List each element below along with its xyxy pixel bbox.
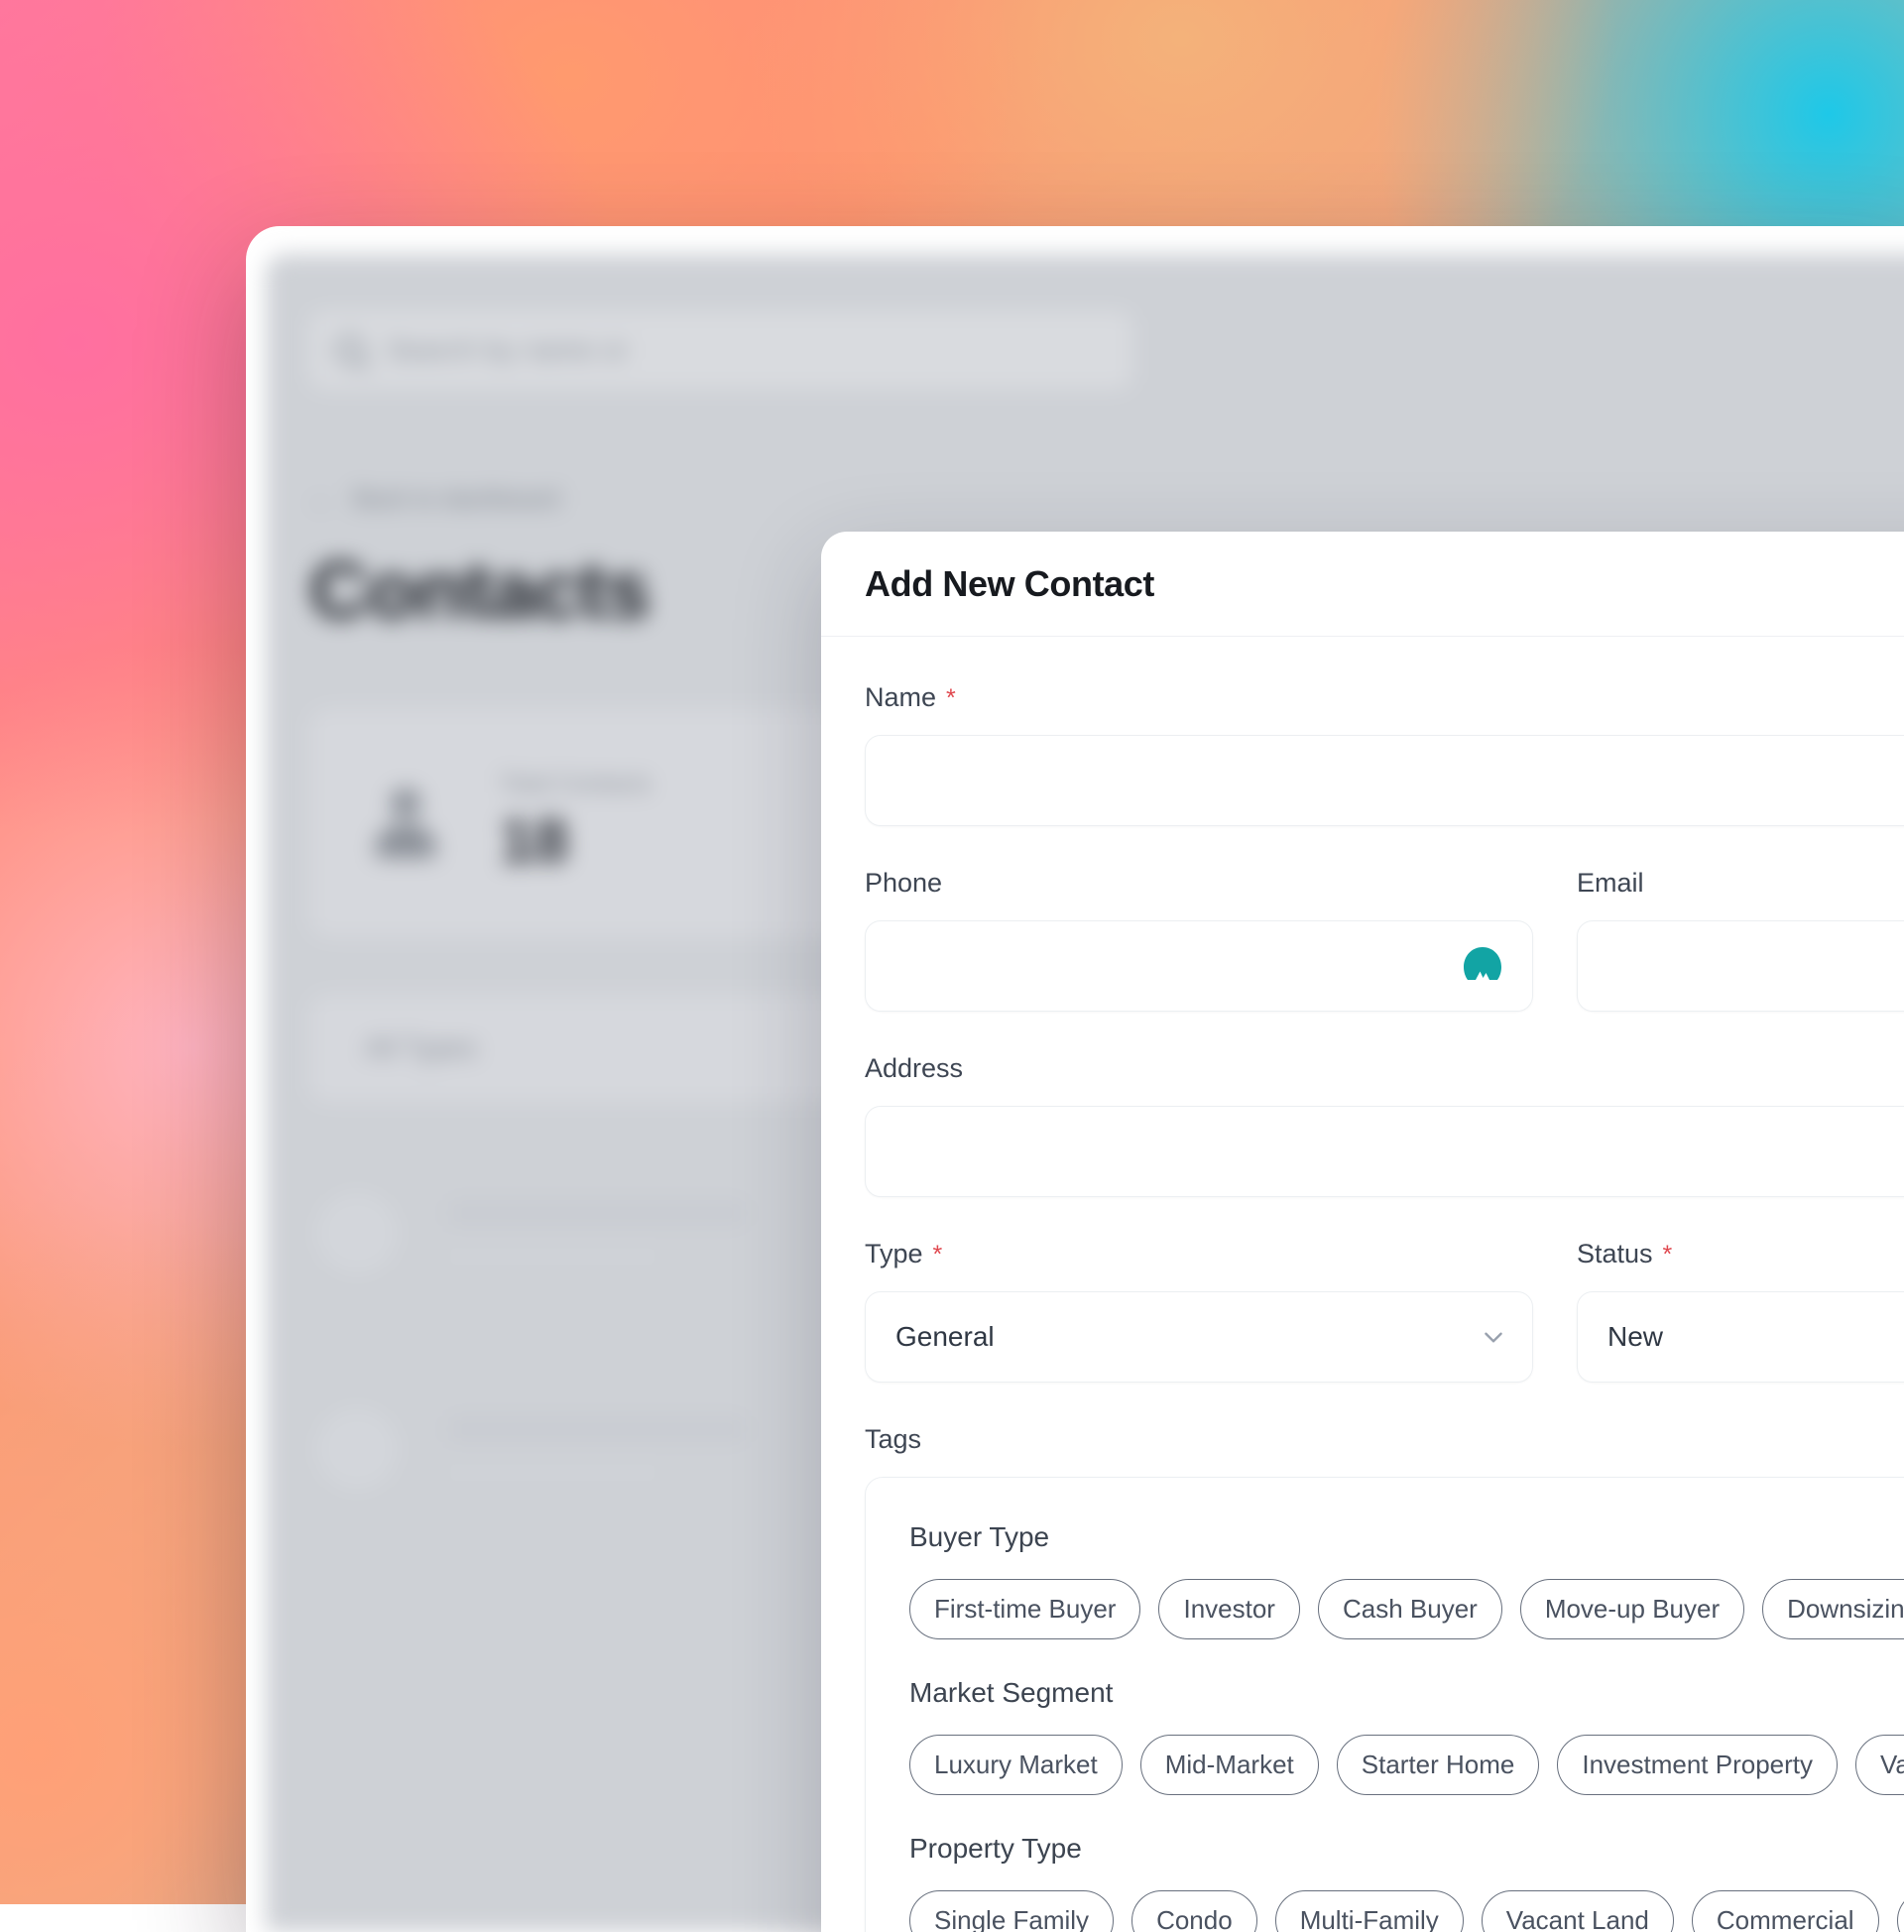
address-label-text: Address <box>865 1053 963 1084</box>
name-input[interactable] <box>865 735 1904 826</box>
email-field-block: Email <box>1577 868 1904 1012</box>
phone-input[interactable] <box>865 920 1533 1012</box>
type-label: Type * <box>865 1239 1533 1269</box>
tag-chip[interactable]: Multi-Family <box>1275 1890 1464 1932</box>
tag-chip[interactable]: Townhouse <box>1897 1890 1904 1932</box>
phone-email-row: Phone Email <box>865 868 1904 1012</box>
tag-chip[interactable]: Investment Property <box>1557 1735 1838 1795</box>
back-to-dashboard-link[interactable]: ← Back to dashboard <box>309 484 1888 515</box>
stat-label: Total Contacts <box>500 771 651 798</box>
stat-value: 18 <box>500 806 651 877</box>
phone-label: Phone <box>865 868 1533 899</box>
background-search-bar[interactable]: Search by name or <box>309 311 1132 389</box>
browser-window: Search by name or ← Back to dashboard Co… <box>246 226 1904 1932</box>
email-input[interactable] <box>1577 920 1904 1012</box>
search-icon <box>335 335 365 365</box>
tag-chip[interactable]: Cash Buyer <box>1318 1579 1502 1639</box>
required-marker: * <box>933 1241 943 1269</box>
arrow-left-icon: ← <box>309 484 335 515</box>
status-field-block: Status * New <box>1577 1239 1904 1383</box>
back-to-dashboard-label: Back to dashboard <box>353 485 559 514</box>
tag-group-title: Market Segment <box>909 1677 1904 1709</box>
tag-chip[interactable]: Vacant Land <box>1482 1890 1674 1932</box>
name-label: Name * <box>865 682 1904 713</box>
tag-chip[interactable]: Vacation Home <box>1855 1735 1904 1795</box>
tag-chip[interactable]: Condo <box>1131 1890 1257 1932</box>
tag-chip[interactable]: Starter Home <box>1337 1735 1540 1795</box>
status-selected-value: New <box>1607 1321 1663 1353</box>
modal-body: Name * Phone <box>821 637 1904 1932</box>
tag-chip[interactable]: First-time Buyer <box>909 1579 1140 1639</box>
phone-label-text: Phone <box>865 868 942 899</box>
tag-chip[interactable]: Single Family <box>909 1890 1114 1932</box>
required-marker: * <box>1663 1241 1673 1269</box>
chevron-down-icon <box>1481 1324 1506 1350</box>
chip-row: Single Family Condo Multi-Family Vacant … <box>909 1890 1904 1932</box>
avatar <box>309 1185 405 1280</box>
type-label-text: Type <box>865 1239 923 1269</box>
required-marker: * <box>946 684 956 713</box>
avatar <box>309 1401 405 1497</box>
chip-row: First-time Buyer Investor Cash Buyer Mov… <box>909 1579 1904 1639</box>
status-label-text: Status <box>1577 1239 1653 1269</box>
tags-panel: Buyer Type First-time Buyer Investor Cas… <box>865 1477 1904 1932</box>
tag-chip[interactable]: Move-up Buyer <box>1520 1579 1744 1639</box>
chip-row: Luxury Market Mid-Market Starter Home In… <box>909 1735 1904 1795</box>
tag-chip[interactable]: Downsizing <box>1762 1579 1904 1639</box>
tag-chip[interactable]: Commercial <box>1692 1890 1879 1932</box>
name-field-block: Name * <box>865 682 1904 826</box>
tag-group-buyer-type: Buyer Type First-time Buyer Investor Cas… <box>909 1521 1904 1639</box>
tags-label: Tags <box>865 1424 1904 1455</box>
type-status-row: Type * General Status * <box>865 1239 1904 1383</box>
modal-title: Add New Contact <box>865 563 1154 605</box>
add-new-contact-modal: Add New Contact Name * Phone <box>821 532 1904 1932</box>
nordpass-icon[interactable] <box>1459 942 1506 990</box>
tag-group-title: Property Type <box>909 1833 1904 1865</box>
type-field-block: Type * General <box>865 1239 1533 1383</box>
tag-group-property-type: Property Type Single Family Condo Multi-… <box>909 1833 1904 1932</box>
type-filter-label: All Types <box>365 1032 477 1064</box>
tag-chip[interactable]: Mid-Market <box>1140 1735 1319 1795</box>
tag-chip[interactable]: Luxury Market <box>909 1735 1123 1795</box>
tag-group-title: Buyer Type <box>909 1521 1904 1553</box>
status-label: Status * <box>1577 1239 1904 1269</box>
email-label: Email <box>1577 868 1904 899</box>
type-select[interactable]: General <box>865 1291 1533 1383</box>
tags-label-text: Tags <box>865 1424 921 1455</box>
tag-group-market-segment: Market Segment Luxury Market Mid-Market … <box>909 1677 1904 1795</box>
tags-field-block: Tags Buyer Type First-time Buyer Investo… <box>865 1424 1904 1932</box>
name-label-text: Name <box>865 682 936 713</box>
type-selected-value: General <box>895 1321 995 1353</box>
phone-field-block: Phone <box>865 868 1533 1012</box>
address-input[interactable] <box>865 1106 1904 1197</box>
status-select[interactable]: New <box>1577 1291 1904 1383</box>
search-input[interactable]: Search by name or <box>387 334 628 366</box>
address-field-block: Address <box>865 1053 1904 1197</box>
tag-chip[interactable]: Investor <box>1158 1579 1300 1639</box>
address-label: Address <box>865 1053 1904 1084</box>
email-label-text: Email <box>1577 868 1644 899</box>
modal-header: Add New Contact <box>821 532 1904 637</box>
person-icon <box>369 786 442 860</box>
